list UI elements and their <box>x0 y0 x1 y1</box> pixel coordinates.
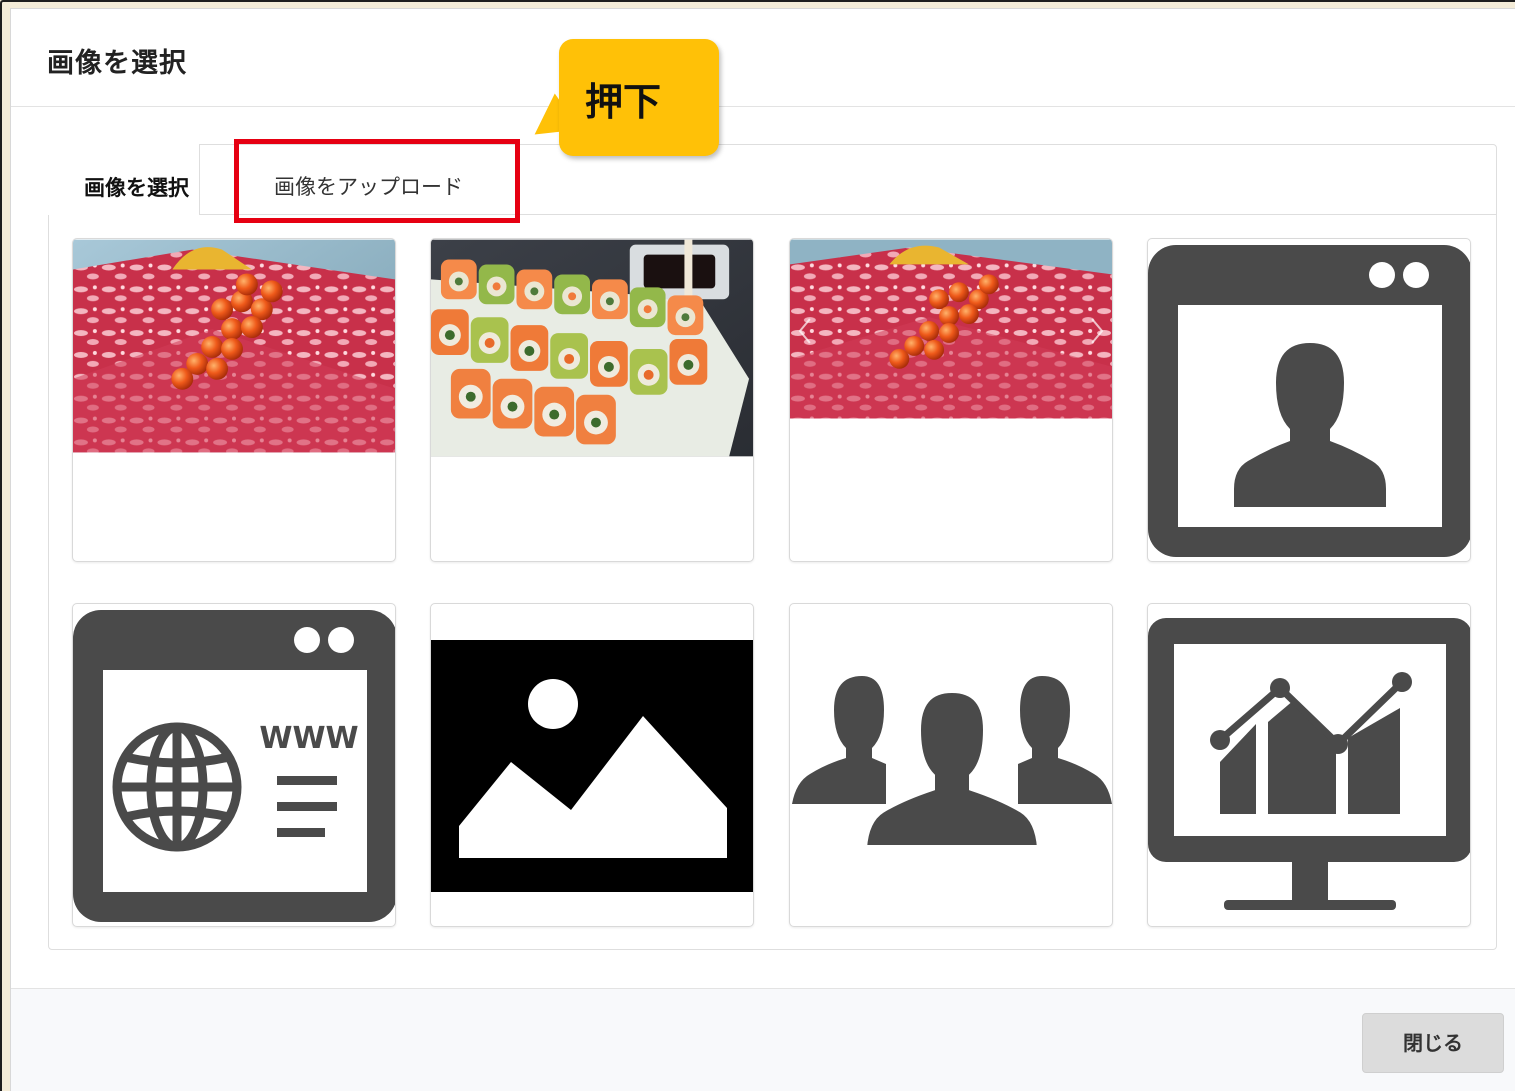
landscape-image-icon <box>431 640 753 892</box>
group-people-icon <box>792 676 1112 851</box>
gallery-item-wagyu-1[interactable] <box>72 238 396 562</box>
dialog-footer: 閉じる <box>11 988 1515 1091</box>
gallery-item-landscape[interactable] <box>430 603 754 927</box>
gallery-item-wagyu-2[interactable] <box>789 238 1113 562</box>
gallery-item-monitor-chart[interactable] <box>1147 603 1471 927</box>
website-www-icon: WWW <box>73 610 395 922</box>
person-profile-icon <box>1148 245 1470 557</box>
annotation-callout: 押下 <box>559 39 719 156</box>
close-button[interactable]: 閉じる <box>1362 1013 1504 1073</box>
wagyu-ikura-photo-icon <box>790 239 1112 419</box>
wagyu-ikura-photo-icon <box>73 239 395 453</box>
image-select-dialog: 画像を選択 画像を選択 画像をアップロード 押下 WWW 閉じる <box>10 8 1515 1091</box>
tab-select-image-label: 画像を選択 <box>84 176 189 200</box>
callout-text: 押下 <box>585 80 662 124</box>
gallery-item-website[interactable]: WWW <box>72 603 396 927</box>
gallery-item-group[interactable] <box>789 603 1113 927</box>
gallery-item-person-profile[interactable] <box>1147 238 1471 562</box>
tab-select-image[interactable]: 画像を選択 <box>48 144 200 215</box>
annotation-highlight-box <box>234 139 520 223</box>
dialog-title: 画像を選択 <box>47 48 187 79</box>
www-text: WWW <box>259 721 358 756</box>
dialog-header: 画像を選択 <box>11 9 1515 107</box>
sushi-rolls-photo-icon <box>431 239 753 457</box>
gallery-item-sushi[interactable] <box>430 238 754 562</box>
monitor-chart-icon <box>1148 618 1470 910</box>
